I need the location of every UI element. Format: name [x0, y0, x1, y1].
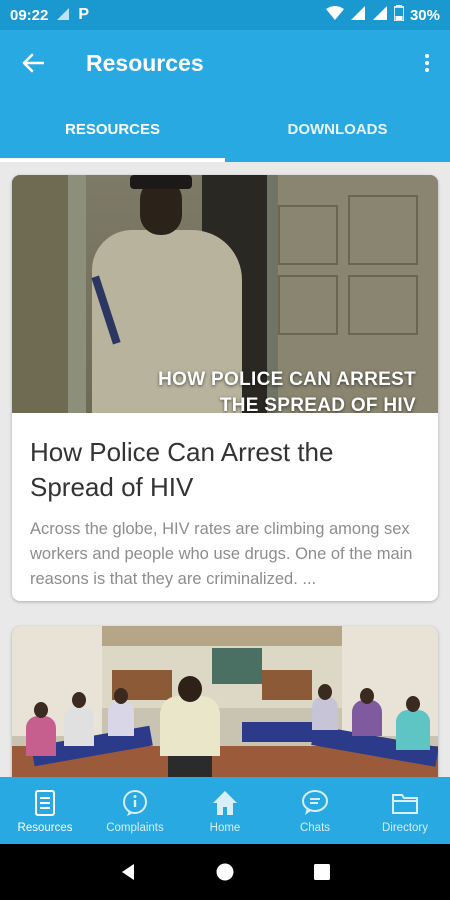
chat-bubble-icon [302, 789, 328, 815]
back-button[interactable] [0, 30, 66, 96]
folder-icon [392, 793, 418, 814]
nav-label: Complaints [106, 821, 164, 834]
resource-card-image: HOW POLICE CAN ARREST THE SPREAD OF HIV [12, 175, 438, 413]
home-icon [213, 790, 237, 815]
cell-signal-icon [350, 6, 366, 24]
tab-bar: RESOURCES DOWNLOADS [0, 96, 450, 162]
nav-home[interactable]: Home [180, 777, 270, 844]
system-nav-bar [0, 844, 450, 900]
cell-signal-2-icon [372, 6, 388, 24]
battery-icon [393, 5, 405, 25]
resource-card-title: How Police Can Arrest the Spread of HIV [30, 437, 334, 502]
nav-directory[interactable]: Directory [360, 777, 450, 844]
nav-chats[interactable]: Chats [270, 777, 360, 844]
nav-label: Resources [17, 821, 73, 834]
wifi-icon [325, 6, 344, 24]
signal-3g-icon [56, 7, 70, 24]
info-bubble-icon [123, 789, 147, 816]
status-bar: 09:22 P 30% [0, 0, 450, 30]
resource-card[interactable] [12, 626, 438, 777]
document-icon [35, 789, 55, 816]
arrow-left-icon [22, 53, 44, 73]
battery-percent: 30% [409, 6, 440, 24]
nav-complaints[interactable]: Complaints [90, 777, 180, 844]
bottom-nav: Resources Complaints Home Chats Director… [0, 777, 450, 844]
resource-card-image [12, 626, 438, 777]
resource-card-description: Across the globe, HIV rates are climbing… [30, 520, 413, 588]
nav-label: Home [209, 821, 241, 834]
nav-resources[interactable]: Resources [0, 777, 90, 844]
app-bar: Resources [0, 30, 450, 96]
status-time: 09:22 [10, 6, 49, 24]
tab-resources[interactable]: RESOURCES [0, 96, 225, 162]
resource-list[interactable]: HOW POLICE CAN ARREST THE SPREAD OF HIV … [0, 162, 450, 777]
nav-label: Directory [381, 821, 428, 834]
page-title: Resources [86, 49, 204, 76]
tab-downloads[interactable]: DOWNLOADS [225, 96, 450, 162]
recents-square-icon[interactable] [312, 862, 332, 882]
resource-card[interactable]: HOW POLICE CAN ARREST THE SPREAD OF HIV … [12, 175, 438, 601]
nav-label: Chats [299, 821, 331, 834]
back-triangle-icon[interactable] [118, 862, 138, 882]
home-circle-icon[interactable] [215, 862, 235, 882]
image-overlay-text: HOW POLICE CAN ARREST THE SPREAD OF HIV [158, 369, 416, 413]
parking-p-icon: P [78, 6, 90, 23]
more-vertical-icon[interactable] [404, 30, 450, 96]
